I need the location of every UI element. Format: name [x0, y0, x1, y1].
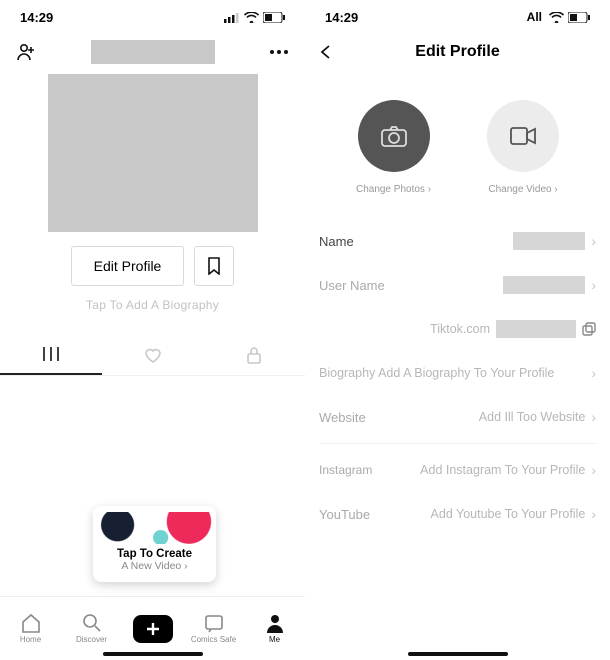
chevron-right-icon: ›	[591, 233, 596, 249]
carrier-label: All	[527, 10, 542, 24]
status-icons	[224, 12, 285, 23]
change-photo-label: Change Photos ›	[356, 184, 431, 195]
media-pickers: Change Photos › Change Video ›	[305, 100, 610, 195]
profile-screen: 14:29 Edit Profile Tap To Add A Biograph…	[0, 0, 305, 660]
nav-create[interactable]	[128, 615, 178, 643]
value-website: Add Ill Too Website	[479, 410, 586, 424]
label-bio: Biography	[319, 366, 375, 380]
add-user-icon[interactable]	[16, 42, 36, 62]
value-tiktok-redacted	[496, 320, 576, 338]
label-tiktok: Tiktok.com	[430, 322, 490, 336]
camera-icon	[358, 100, 430, 172]
row-tiktok-url[interactable]: Tiktok.com	[319, 307, 596, 351]
chevron-right-icon: ›	[591, 506, 596, 522]
row-username[interactable]: User Name ›	[319, 263, 596, 307]
status-bar: 14:29 All	[305, 0, 610, 34]
inbox-icon	[204, 613, 224, 633]
status-time: 14:29	[20, 10, 53, 25]
battery-icon	[568, 12, 590, 23]
signal-icon	[224, 12, 240, 23]
profile-media-redacted	[48, 74, 258, 232]
value-instagram: Add Instagram To Your Profile	[420, 463, 585, 477]
nav-discover[interactable]: Discover	[67, 613, 117, 644]
create-video-tooltip[interactable]: Tap To Create A New Video ›	[93, 506, 216, 582]
wifi-icon	[549, 12, 564, 23]
wifi-icon	[244, 12, 259, 23]
social-rows: Instagram Add Instagram To Your Profile›…	[305, 448, 610, 468]
video-icon	[487, 100, 559, 172]
form-rows: Name › User Name › Tiktok.com Biography …	[305, 219, 610, 439]
tab-liked[interactable]	[102, 334, 204, 375]
row-youtube[interactable]: YouTube Add Youtube To Your Profile ›	[319, 492, 596, 536]
row-name[interactable]: Name ›	[319, 219, 596, 263]
nav-home-label: Home	[20, 635, 41, 644]
search-icon	[82, 613, 102, 633]
back-icon[interactable]	[319, 44, 333, 60]
status-time: 14:29	[325, 10, 358, 25]
nav-me-label: Me	[269, 635, 280, 644]
label-website: Website	[319, 410, 366, 425]
tooltip-line1: Tap To Create	[93, 548, 216, 560]
chevron-right-icon: ›	[591, 365, 596, 381]
label-youtube: YouTube	[319, 507, 370, 522]
bottom-nav: Home Discover Comics Safe Me	[0, 596, 305, 660]
person-icon	[266, 613, 284, 633]
edit-profile-button[interactable]: Edit Profile	[71, 246, 185, 286]
row-website[interactable]: Website Add Ill Too Website ›	[319, 395, 596, 439]
status-bar: 14:29	[0, 0, 305, 34]
bookmark-button[interactable]	[194, 246, 234, 286]
chevron-right-icon: ›	[591, 409, 596, 425]
value-name-redacted	[513, 232, 585, 250]
page-title: Edit Profile	[305, 43, 610, 61]
tab-posts[interactable]	[0, 334, 102, 375]
home-indicator	[408, 652, 508, 656]
profile-header	[0, 34, 305, 70]
status-icons: All	[527, 10, 590, 24]
change-video-label: Change Video ›	[488, 184, 557, 195]
profile-tabs	[0, 334, 305, 376]
tooltip-line2: A New Video ›	[93, 560, 216, 572]
chevron-right-icon: ›	[591, 462, 596, 478]
value-youtube: Add Youtube To Your Profile	[431, 507, 586, 521]
edit-profile-screen: 14:29 All Edit Profile Change Photos › C…	[305, 0, 610, 660]
tooltip-art	[93, 512, 216, 544]
plus-icon	[133, 615, 173, 643]
home-icon	[20, 613, 42, 633]
label-name: Name	[319, 234, 354, 249]
edit-header: Edit Profile	[305, 34, 610, 70]
divider	[319, 443, 596, 444]
nav-inbox-label: Comics Safe	[191, 635, 236, 644]
label-instagram: Instagram	[319, 463, 372, 477]
row-biography[interactable]: Biography Add A Biography To Your Profil…	[319, 351, 596, 395]
nav-inbox[interactable]: Comics Safe	[189, 613, 239, 644]
home-indicator	[103, 652, 203, 656]
row-instagram[interactable]: Instagram Add Instagram To Your Profile ›	[319, 448, 596, 492]
change-video[interactable]: Change Video ›	[487, 100, 559, 195]
label-username: User Name	[319, 278, 385, 293]
copy-icon[interactable]	[582, 322, 596, 336]
nav-discover-label: Discover	[76, 635, 107, 644]
battery-icon	[263, 12, 285, 23]
more-icon[interactable]	[269, 49, 289, 55]
nav-home[interactable]: Home	[6, 613, 56, 644]
change-photo[interactable]: Change Photos ›	[356, 100, 431, 195]
nav-me[interactable]: Me	[250, 613, 300, 644]
username-redacted[interactable]	[91, 40, 215, 64]
add-bio-hint[interactable]: Tap To Add A Biography	[0, 298, 305, 312]
chevron-right-icon: ›	[591, 277, 596, 293]
value-username-redacted	[503, 276, 585, 294]
value-bio: Add A Biography To Your Profile	[378, 366, 554, 380]
tab-private[interactable]	[203, 334, 305, 375]
